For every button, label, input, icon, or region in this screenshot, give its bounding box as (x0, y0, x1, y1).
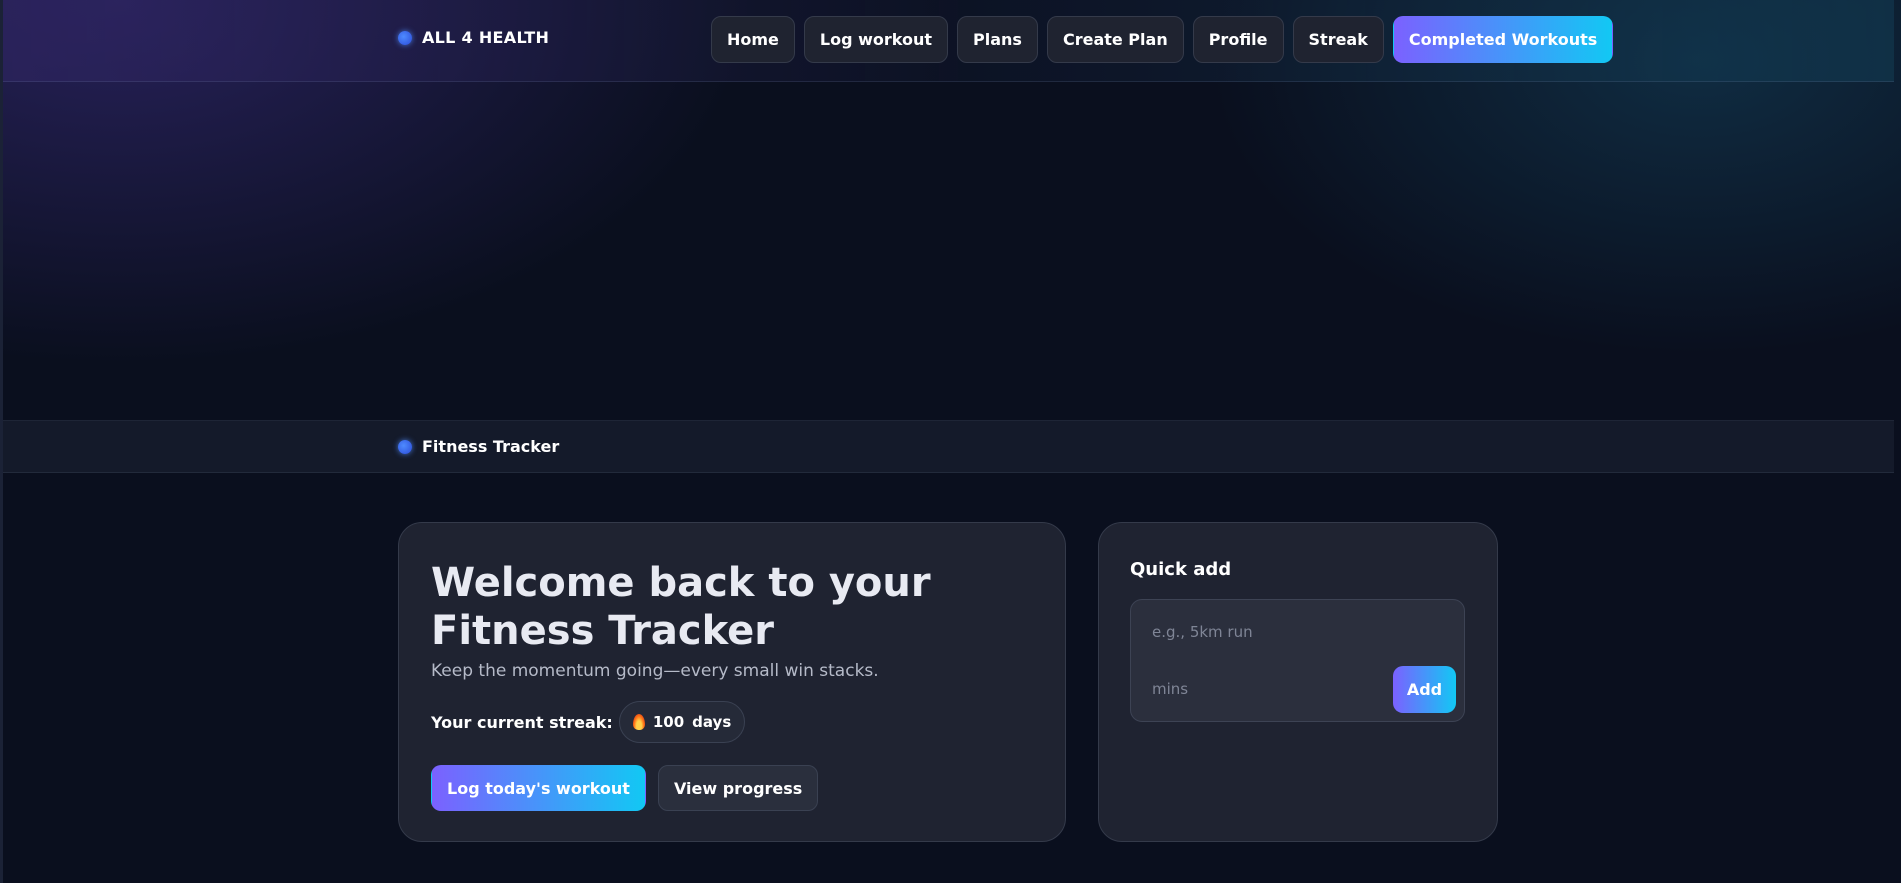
log-todays-workout-button[interactable]: Log today's workout (431, 765, 646, 811)
welcome-subtitle: Keep the momentum going—every small win … (431, 661, 879, 681)
brand-logo[interactable]: ALL 4 HEALTH (398, 28, 549, 47)
quick-add-card: Quick add Add (1098, 522, 1498, 842)
nav-home-button[interactable]: Home (711, 16, 795, 63)
nav-streak-button[interactable]: Streak (1292, 16, 1384, 63)
top-navigation-bar: ALL 4 HEALTH Home Log workout Plans Crea… (3, 0, 1894, 82)
streak-badge: 100 days (618, 701, 746, 743)
welcome-title: Welcome back to your Fitness Tracker (431, 560, 931, 654)
add-button[interactable]: Add (1393, 666, 1456, 713)
quick-add-form: Add (1130, 599, 1465, 722)
brand-name: ALL 4 HEALTH (422, 28, 550, 47)
main-nav: Home Log workout Plans Create Plan Profi… (711, 16, 1614, 63)
quick-add-title: Quick add (1130, 559, 1232, 580)
nav-create-plan-button[interactable]: Create Plan (1046, 16, 1184, 63)
streak-row: Your current streak: 100 days (431, 701, 1033, 743)
welcome-card: Welcome back to your Fitness Tracker Kee… (398, 522, 1066, 842)
streak-value: 100 (652, 713, 685, 731)
workout-name-input[interactable] (1143, 620, 1363, 644)
section-dot-icon (398, 439, 412, 454)
view-progress-button[interactable]: View progress (657, 765, 819, 811)
nav-plans-button[interactable]: Plans (957, 16, 1038, 63)
section-header-bar: Fitness Tracker (3, 420, 1894, 473)
minutes-input[interactable] (1143, 677, 1343, 701)
flame-icon (632, 714, 645, 730)
welcome-actions: Log today's workout View progress (431, 765, 1033, 811)
section-title: Fitness Tracker (422, 437, 560, 456)
nav-profile-button[interactable]: Profile (1192, 16, 1284, 63)
brand-dot-icon (398, 30, 412, 45)
section-brand: Fitness Tracker (398, 437, 559, 456)
nav-log-workout-button[interactable]: Log workout (803, 16, 949, 63)
streak-unit: days (692, 713, 732, 731)
streak-label: Your current streak: (431, 712, 613, 732)
nav-completed-workouts-button[interactable]: Completed Workouts (1392, 16, 1614, 63)
